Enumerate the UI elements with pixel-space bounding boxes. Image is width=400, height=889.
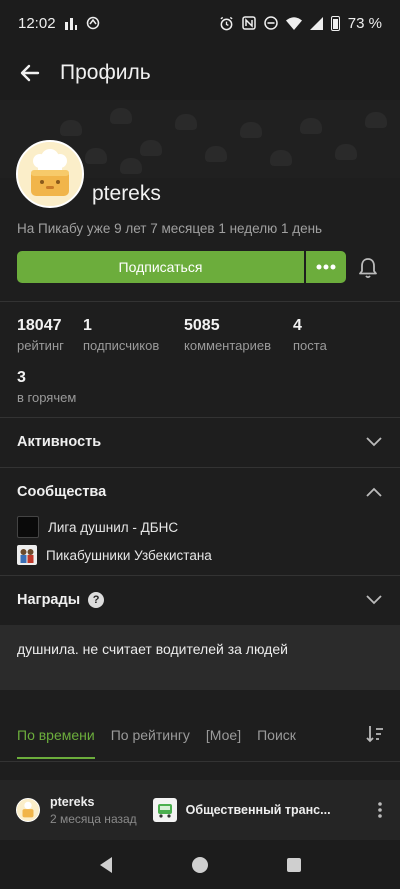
chevron-down-icon bbox=[366, 437, 382, 447]
stat-value: 18047 bbox=[17, 317, 62, 334]
help-icon[interactable]: ? bbox=[88, 592, 105, 608]
stat-label: подписчиков bbox=[83, 338, 160, 353]
stat-value: 4 bbox=[293, 317, 302, 334]
stat-value: 5085 bbox=[184, 317, 220, 334]
community-logo-icon bbox=[152, 798, 177, 822]
section-awards[interactable]: Награды ? bbox=[0, 576, 400, 624]
kebab-menu-icon[interactable] bbox=[378, 802, 382, 818]
app-notification-icon bbox=[86, 16, 99, 30]
tab-mine[interactable]: [Мое] bbox=[206, 708, 241, 761]
community-name: Пикабушники Узбекистана bbox=[46, 547, 212, 563]
page-title: Профиль bbox=[60, 61, 151, 84]
notification-bell-icon[interactable] bbox=[358, 257, 378, 279]
tab-by-time[interactable]: По времени bbox=[17, 708, 95, 761]
nav-recents-icon[interactable] bbox=[286, 857, 302, 873]
avatar bbox=[16, 798, 40, 822]
stat-label: поста bbox=[293, 338, 327, 353]
signal-bars-icon bbox=[64, 18, 77, 30]
awards-title: Награды bbox=[17, 592, 81, 608]
nav-home-icon[interactable] bbox=[191, 856, 209, 874]
section-activity[interactable]: Активность bbox=[0, 418, 400, 466]
app-header: Профиль bbox=[0, 46, 400, 100]
system-nav-bar bbox=[0, 840, 400, 889]
stat-label: в горячем bbox=[17, 390, 77, 405]
subscribe-button[interactable]: Подписаться bbox=[17, 251, 304, 283]
avatar-chef-icon bbox=[18, 142, 82, 206]
status-bar: 12:02 73 % bbox=[0, 0, 400, 46]
nfc-icon bbox=[242, 16, 256, 30]
status-time: 12:02 bbox=[18, 14, 56, 32]
more-options-button[interactable] bbox=[306, 251, 346, 283]
section-communities[interactable]: Сообщества bbox=[0, 468, 400, 516]
post-author[interactable]: ptereks bbox=[50, 795, 137, 809]
nav-back-icon[interactable] bbox=[98, 856, 114, 874]
back-arrow-icon[interactable] bbox=[18, 61, 42, 85]
divider bbox=[0, 301, 400, 302]
community-item[interactable]: Пикабушники Узбекистана bbox=[17, 545, 212, 565]
avatar[interactable] bbox=[16, 140, 84, 208]
battery-percent: 73 % bbox=[347, 14, 382, 32]
member-since-text: На Пикабу уже 9 лет 7 месяцев 1 неделю 1… bbox=[17, 221, 323, 236]
stat-label: комментариев bbox=[184, 338, 272, 353]
community-item[interactable]: Лига душнил - ДБНС bbox=[17, 516, 178, 538]
post-time: 2 месяца назад bbox=[50, 811, 137, 826]
community-logo-icon bbox=[17, 516, 39, 538]
stat-hot[interactable]: 3 в горячем bbox=[17, 369, 76, 405]
stat-value: 1 bbox=[83, 317, 92, 334]
chevron-up-icon bbox=[366, 487, 382, 497]
stat-comments[interactable]: 5085 комментариев bbox=[184, 317, 271, 353]
wifi-icon bbox=[285, 16, 302, 30]
section-title: Сообщества bbox=[17, 484, 107, 500]
stat-rating: 18047 рейтинг bbox=[17, 317, 64, 353]
battery-icon bbox=[330, 15, 340, 31]
tab-by-rating[interactable]: По рейтингу bbox=[111, 708, 190, 761]
do-not-disturb-icon bbox=[264, 16, 278, 30]
profile-bio: душнила. не считает водителей за людей bbox=[0, 625, 400, 690]
tab-search[interactable]: Поиск bbox=[257, 708, 296, 761]
divider bbox=[0, 761, 400, 762]
chevron-down-icon bbox=[366, 595, 382, 605]
sort-tabs: По времени По рейтингу [Мое] Поиск bbox=[0, 708, 400, 761]
section-title: Награды ? bbox=[17, 592, 105, 608]
community-logo-icon bbox=[17, 545, 37, 565]
section-title: Активность bbox=[17, 434, 102, 450]
profile-username: ptereks bbox=[92, 182, 161, 205]
community-name: Лига душнил - ДБНС bbox=[48, 519, 179, 535]
stat-value: 3 bbox=[17, 369, 26, 386]
stat-subscribers[interactable]: 1 подписчиков bbox=[83, 317, 159, 353]
post-preview[interactable]: ptereks 2 месяца назад Общественный тран… bbox=[0, 780, 400, 840]
sort-order-icon[interactable] bbox=[366, 724, 384, 744]
more-dots-icon bbox=[316, 264, 336, 270]
stat-label: рейтинг bbox=[17, 338, 64, 353]
cell-signal-icon bbox=[309, 16, 323, 30]
post-community[interactable]: Общественный транс... bbox=[186, 803, 331, 817]
post-author-block: ptereks 2 месяца назад bbox=[50, 795, 137, 826]
alarm-icon bbox=[220, 16, 233, 30]
stat-posts[interactable]: 4 поста bbox=[293, 317, 327, 353]
